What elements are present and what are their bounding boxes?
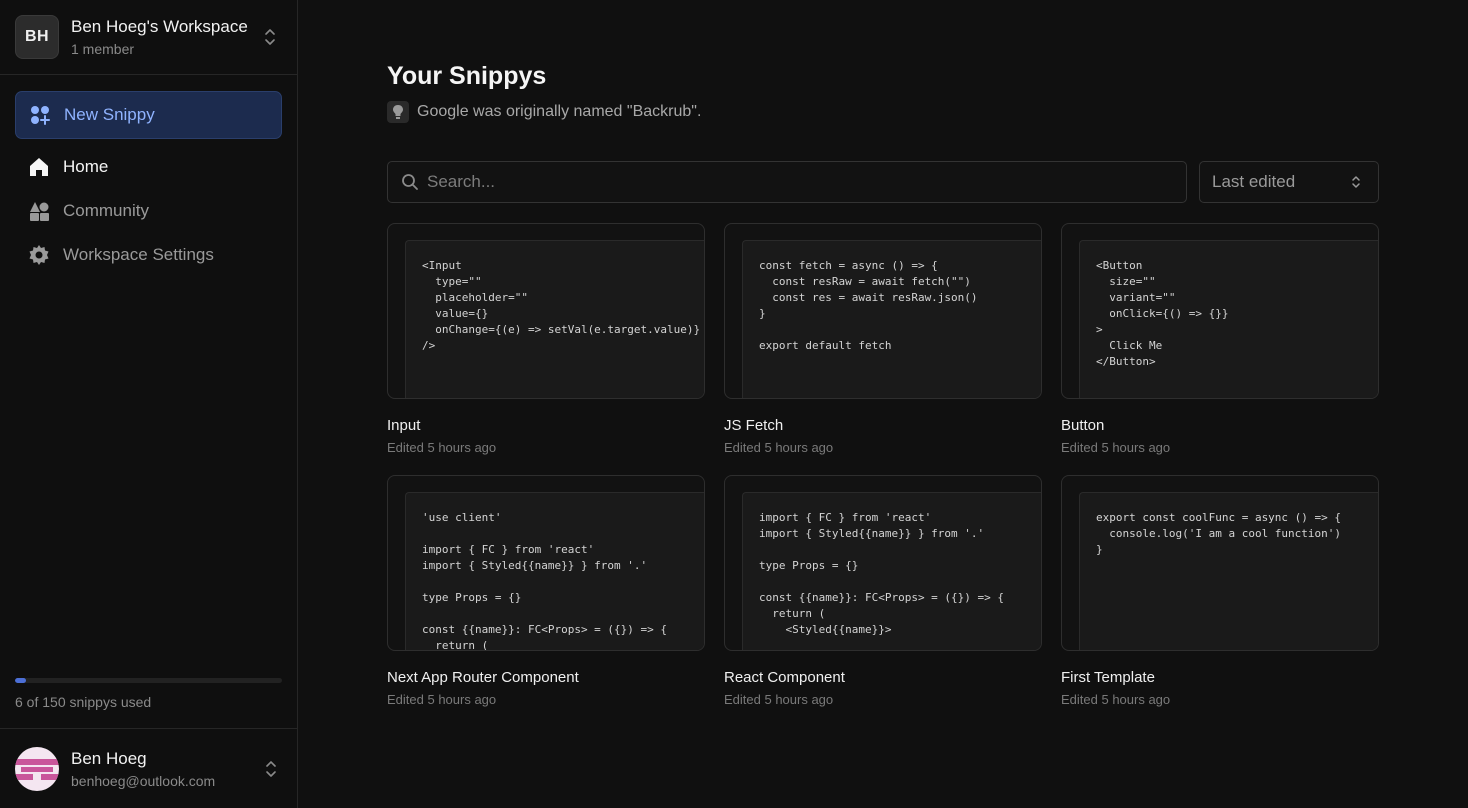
sort-select-value: Last edited xyxy=(1212,172,1296,191)
lightbulb-icon xyxy=(387,101,409,123)
sidebar-item-workspace-settings[interactable]: Workspace Settings xyxy=(28,243,214,267)
user-name: Ben Hoeg xyxy=(71,748,147,768)
home-icon xyxy=(30,158,48,176)
new-snippy-label: New Snippy xyxy=(64,105,155,124)
sidebar-item-community[interactable]: Community xyxy=(28,199,149,223)
user-email: benhoeg@outlook.com xyxy=(71,772,216,789)
avatar xyxy=(15,746,59,791)
snippet-title[interactable]: Next App Router Component xyxy=(387,669,579,686)
usage-progress-fill xyxy=(15,678,26,683)
code-preview: <Button size="" variant="" onClick={() =… xyxy=(1079,240,1378,398)
sidebar-item-label: Community xyxy=(63,201,149,220)
workspace-avatar: BH xyxy=(15,15,59,59)
new-snippy-icon xyxy=(31,106,50,125)
snippet-edited: Edited 5 hours ago xyxy=(1061,692,1171,707)
workspace-members: 1 member xyxy=(71,41,135,57)
usage-progress-bar xyxy=(15,678,282,683)
gear-icon xyxy=(29,245,49,265)
snippet-title[interactable]: JS Fetch xyxy=(724,417,783,434)
code-preview-text: 'use client' import { FC } from 'react' … xyxy=(422,511,668,651)
snippet-title[interactable]: React Component xyxy=(724,669,845,686)
snippet-title[interactable]: First Template xyxy=(1061,669,1155,686)
workspace-name: Ben Hoeg's Workspace xyxy=(71,17,248,36)
search-icon xyxy=(402,174,418,190)
fun-fact-text: Google was originally named "Backrub". xyxy=(417,103,702,120)
snippet-card-button[interactable]: <Button size="" variant="" onClick={() =… xyxy=(1061,223,1379,399)
workspace-switcher[interactable]: BH Ben Hoeg's Workspace 1 member xyxy=(0,0,297,75)
code-preview: import { FC } from 'react' import { Styl… xyxy=(742,492,1041,650)
snippet-edited: Edited 5 hours ago xyxy=(724,692,834,707)
snippet-edited: Edited 5 hours ago xyxy=(724,440,834,455)
search-input[interactable] xyxy=(427,172,1167,192)
page-title: Your Snippys xyxy=(387,62,547,90)
new-snippy-button[interactable]: New Snippy xyxy=(15,91,282,139)
chevron-up-down-icon xyxy=(1352,176,1360,188)
snippet-edited: Edited 5 hours ago xyxy=(1061,440,1171,455)
snippet-title[interactable]: Input xyxy=(387,417,420,434)
code-preview: const fetch = async () => { const resRaw… xyxy=(742,240,1041,398)
snippet-edited: Edited 5 hours ago xyxy=(387,440,497,455)
snippet-card-next-app-router-component[interactable]: 'use client' import { FC } from 'react' … xyxy=(387,475,705,651)
code-preview-text: <Input type="" placeholder="" value={} o… xyxy=(422,259,701,352)
snippet-card-react-component[interactable]: import { FC } from 'react' import { Styl… xyxy=(724,475,1042,651)
code-preview-text: const fetch = async () => { const resRaw… xyxy=(759,259,978,352)
code-preview: <Input type="" placeholder="" value={} o… xyxy=(405,240,704,398)
code-preview-text: import { FC } from 'react' import { Styl… xyxy=(759,511,1005,636)
usage-text: 6 of 150 snippys used xyxy=(15,694,152,710)
sidebar-item-home[interactable]: Home xyxy=(28,155,108,179)
code-preview: 'use client' import { FC } from 'react' … xyxy=(405,492,704,650)
snippet-card-js-fetch[interactable]: const fetch = async () => { const resRaw… xyxy=(724,223,1042,399)
main-content: Your Snippys Google was originally named… xyxy=(299,0,1468,808)
code-preview: export const coolFunc = async () => { co… xyxy=(1079,492,1378,650)
code-preview-text: export const coolFunc = async () => { co… xyxy=(1096,511,1342,556)
snippet-card-input[interactable]: <Input type="" placeholder="" value={} o… xyxy=(387,223,705,399)
sidebar-item-label: Workspace Settings xyxy=(63,245,214,264)
sidebar-item-label: Home xyxy=(63,157,109,176)
snippet-edited: Edited 5 hours ago xyxy=(387,692,497,707)
snippet-card-first-template[interactable]: export const coolFunc = async () => { co… xyxy=(1061,475,1379,651)
chevron-up-down-icon[interactable] xyxy=(264,759,278,779)
chevron-up-down-icon[interactable] xyxy=(263,27,277,47)
snippet-title[interactable]: Button xyxy=(1061,417,1104,434)
fun-fact: Google was originally named "Backrub". xyxy=(387,101,701,123)
code-preview-text: <Button size="" variant="" onClick={() =… xyxy=(1096,259,1229,368)
user-menu[interactable]: Ben Hoeg benhoeg@outlook.com xyxy=(0,728,298,808)
search-bar[interactable] xyxy=(387,161,1187,203)
sidebar: BH Ben Hoeg's Workspace 1 member New Sni… xyxy=(0,0,298,808)
sort-select[interactable]: Last edited xyxy=(1199,161,1379,203)
shapes-icon xyxy=(30,202,49,221)
